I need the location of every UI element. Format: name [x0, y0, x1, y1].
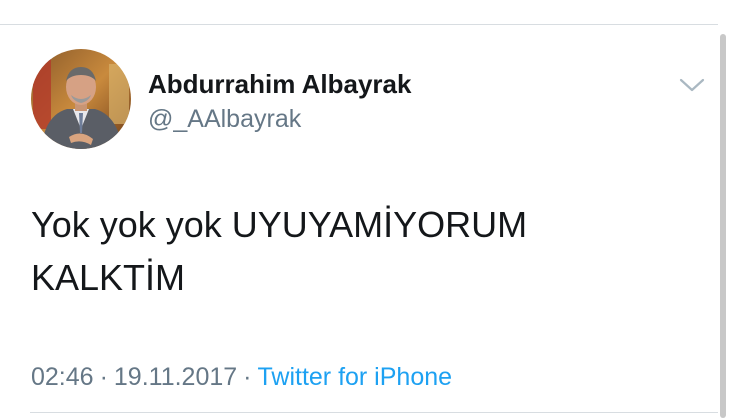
- author-handle[interactable]: @_AAlbayrak: [148, 104, 301, 134]
- meta-separator: ·: [243, 363, 252, 391]
- tweet-time[interactable]: 02:46: [31, 363, 94, 391]
- tweet-text: Yok yok yok UYUYAMİYORUM KALKTİM: [31, 198, 671, 304]
- avatar[interactable]: [31, 49, 131, 149]
- avatar-photo: [31, 49, 131, 149]
- bottom-divider: [30, 412, 718, 413]
- tweet-card: Abdurrahim Albayrak @_AAlbayrak Yok yok …: [0, 25, 718, 412]
- tweet-date[interactable]: 19.11.2017: [114, 363, 237, 391]
- tweet-source-link[interactable]: Twitter for iPhone: [258, 363, 453, 391]
- tweet-meta: 02:46 · 19.11.2017 · Twitter for iPhone: [31, 362, 452, 392]
- tweet-text-line: Yok yok yok UYUYAMİYORUM: [31, 204, 528, 245]
- chevron-down-icon[interactable]: [677, 73, 707, 97]
- author-display-name[interactable]: Abdurrahim Albayrak: [148, 69, 411, 99]
- tweet-text-line: KALKTİM: [31, 257, 186, 298]
- meta-separator: ·: [99, 363, 108, 391]
- scrollbar[interactable]: [720, 34, 726, 418]
